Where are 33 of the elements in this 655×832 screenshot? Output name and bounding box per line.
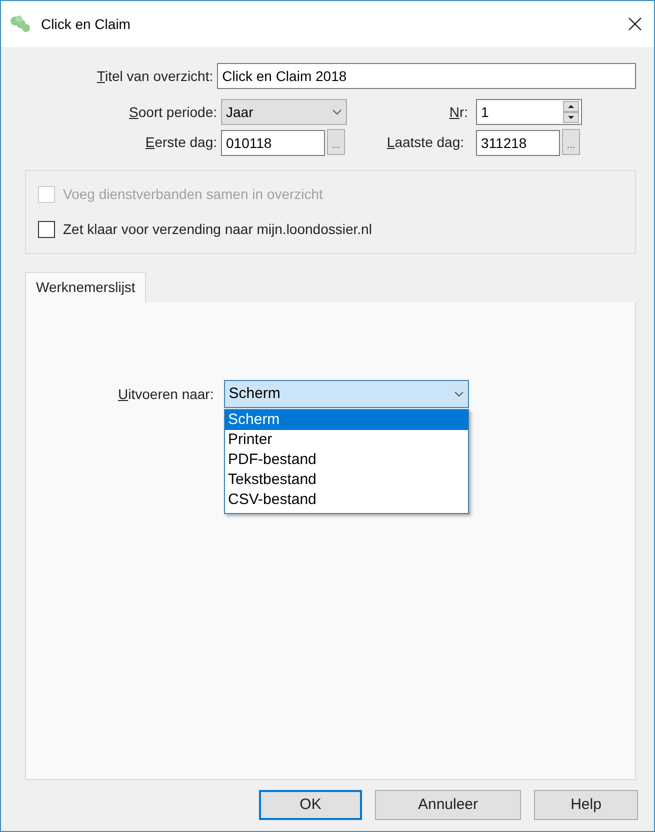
field-label: Uitvoeren naar: [118,384,214,404]
checkbox-label: Voeg dienstverbanden samen in overzicht [63,185,323,204]
input-field[interactable]: 311218 [476,130,560,156]
field-label: Eerste dag: [145,133,217,152]
chevron-down-icon [332,109,342,115]
browse-button[interactable]: ... [562,129,580,155]
field-label: Laatste dag: [386,133,464,152]
field-label: Nr: [449,102,468,122]
dropdown-option[interactable]: Tekstbestand [225,470,468,490]
spin-down-icon[interactable] [563,112,579,123]
checkbox[interactable] [38,221,55,238]
dropdown-option[interactable]: PDF-bestand [225,450,468,470]
input-field[interactable]: Click en Claim 2018 [217,63,636,89]
dialog-button[interactable]: OK [259,790,362,820]
close-icon[interactable] [628,17,642,31]
window-title: Click en Claim [41,14,130,34]
dialog-button[interactable]: Help [534,790,638,820]
output-dropdown[interactable]: Scherm [224,380,469,408]
field-label: Titel van overzicht: [96,66,214,86]
checkbox-label: Zet klaar voor verzending naar mijn.loondossier.nl [63,220,372,239]
chevron-down-icon [454,391,464,397]
dialog-button[interactable]: Annuleer [375,790,521,820]
input-field[interactable]: 010118 [221,130,325,156]
dropdown-option[interactable]: Scherm [225,410,468,430]
app-logo-icon [9,15,33,33]
browse-button[interactable]: ... [327,129,345,155]
tab[interactable]: Werknemerslijst [25,272,146,302]
number-spinner[interactable]: 1 [476,99,582,125]
field-label: Soort periode: [129,102,217,122]
period-dropdown[interactable]: Jaar [221,99,347,125]
dropdown-option[interactable]: Printer [225,430,468,450]
spin-up-icon[interactable] [563,101,579,112]
dropdown-option[interactable]: CSV-bestand [225,490,468,510]
